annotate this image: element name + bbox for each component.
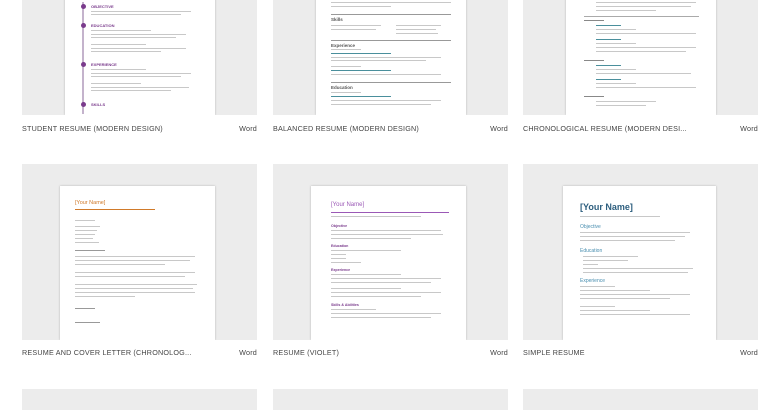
skills-heading: Skills & Abilities — [331, 303, 359, 307]
education-heading: Education — [580, 248, 603, 254]
skills-heading: Skills — [331, 17, 343, 22]
violet-name-heading: [Your Name] — [331, 202, 365, 208]
skills-heading: SKILLS — [91, 102, 106, 107]
template-thumbnail[interactable]: OBJECTIVE EDUCATION EXPERIENCE SKILLS — [22, 0, 257, 115]
app-label: Word — [239, 348, 257, 357]
experience-heading: Experience — [580, 278, 606, 284]
template-thumbnail[interactable] — [22, 389, 257, 410]
experience-heading: Experience — [331, 268, 351, 272]
resume-preview-page: [Your Name] Objective Education Experien… — [311, 186, 466, 340]
app-label: Word — [740, 348, 758, 357]
resume-preview-page: [Your Name] Objective Education Experien… — [563, 186, 716, 340]
template-thumbnail[interactable]: [Your Name] — [22, 164, 257, 340]
template-name: SIMPLE RESUME — [523, 348, 585, 357]
objective-heading: Objective — [580, 224, 601, 230]
template-thumbnail[interactable]: [Your Name] Objective Education Experien… — [273, 164, 508, 340]
app-label: Word — [490, 348, 508, 357]
resume-preview-page: OBJECTIVE EDUCATION EXPERIENCE SKILLS — [65, 0, 215, 115]
objective-heading: OBJECTIVE — [91, 4, 114, 9]
education-heading: Education — [331, 244, 349, 248]
cover-name-heading: [Your Name] — [75, 200, 106, 206]
resume-preview-page: Skills Experience Education — [316, 0, 466, 115]
template-thumbnail[interactable] — [523, 0, 758, 115]
education-heading: Education — [331, 85, 353, 90]
template-thumbnail[interactable]: [Your Name] Objective Education Experien… — [523, 164, 758, 340]
education-heading: EDUCATION — [91, 23, 115, 28]
template-thumbnail[interactable] — [273, 389, 508, 410]
resume-preview-page: [Your Name] — [60, 186, 215, 340]
app-label: Word — [239, 124, 257, 133]
template-name: RESUME AND COVER LETTER (CHRONOLOG... — [22, 348, 192, 357]
template-thumbnail[interactable] — [523, 389, 758, 410]
resume-preview-page — [566, 0, 716, 115]
template-name: BALANCED RESUME (MODERN DESIGN) — [273, 124, 419, 133]
template-name: RESUME (VIOLET) — [273, 348, 340, 357]
simple-name-heading: [Your Name] — [580, 202, 633, 212]
template-name: CHRONOLOGICAL RESUME (MODERN DESI... — [523, 124, 687, 133]
objective-heading: Objective — [331, 224, 348, 228]
template-name: STUDENT RESUME (MODERN DESIGN) — [22, 124, 163, 133]
template-thumbnail[interactable]: Skills Experience Education — [273, 0, 508, 115]
app-label: Word — [740, 124, 758, 133]
app-label: Word — [490, 124, 508, 133]
experience-heading: EXPERIENCE — [91, 62, 117, 67]
experience-heading: Experience — [331, 43, 356, 48]
